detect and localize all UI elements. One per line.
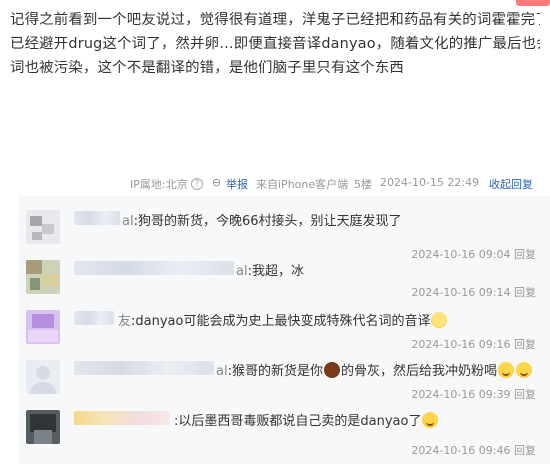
post-line: 已经避开drug这个词了，然并卵…即便直接音译danyao，随着文化的推广最后也… xyxy=(10,36,540,52)
report-link[interactable]: 举报 xyxy=(226,176,248,192)
post-datetime: 2024-10-15 22:49 xyxy=(380,176,480,189)
smile-emoji xyxy=(515,362,532,378)
username-blurred[interactable] xyxy=(74,411,170,425)
reply-button[interactable]: 回复 xyxy=(514,444,536,457)
reply-text: al:我超，冰 xyxy=(236,264,304,279)
reply-item: :以后墨西哥毒贩都说自己卖的是danyao了 2024-10-16 09:46 … xyxy=(18,408,550,457)
reply-item: al:猴哥的新货是你 的骨灰，然后给我冲奶粉喝 2024-10-16 09:39 … xyxy=(18,358,550,406)
reply-item: al:狗哥的新货，今晚66村接头，别让天庭发现了 2024-10-16 09:0… xyxy=(18,208,550,261)
ip-location: IP属地:北京 xyxy=(130,178,188,191)
username-blurred[interactable] xyxy=(74,261,234,275)
reply-text: :以后墨西哥毒贩都说自己卖的是danyao了 xyxy=(174,410,439,429)
post-meta-bar: IP属地:北京 ? ⊖ 举报 来自iPhone客户端 5楼 2024-10-15… xyxy=(130,176,533,192)
reply-text: al:猴哥的新货是你 的骨灰，然后给我冲奶粉喝 xyxy=(216,360,533,379)
avatar[interactable] xyxy=(26,260,60,294)
floor-number: 5楼 xyxy=(354,178,372,191)
post-line: 词也被污染，这个不是翻译的错，是他们脑子里只有这个东西 xyxy=(10,60,404,76)
top-corner-badge xyxy=(516,0,550,6)
reply-time: 2024-10-16 09:16 回复 xyxy=(411,338,536,351)
collapse-replies-link[interactable]: 收起回复 xyxy=(489,176,533,192)
reply-item: 友:danyao可能会成为史上最快变成特殊代名词的音译 2024-10-16 0… xyxy=(18,308,550,356)
reply-time: 2024-10-16 09:46 回复 xyxy=(411,444,536,457)
reply-text: 友:danyao可能会成为史上最快变成特殊代名词的音译 xyxy=(118,310,448,329)
wave-emoji xyxy=(431,312,448,328)
monkey-emoji xyxy=(323,362,340,378)
reply-button[interactable]: 回复 xyxy=(514,286,536,299)
reply-text: al:狗哥的新货，今晚66村接头，别让天庭发现了 xyxy=(122,214,402,229)
reply-button[interactable]: 回复 xyxy=(514,388,536,401)
post-line: 记得之前看到一个吧友说过，觉得很有道理，洋鬼子已经把和药品有关的词霍霍完了，这次 xyxy=(10,12,540,28)
avatar[interactable] xyxy=(26,210,60,244)
reply-button[interactable]: 回复 xyxy=(514,338,536,351)
avatar[interactable] xyxy=(26,310,60,344)
reply-time: 2024-10-16 09:14 回复 xyxy=(411,286,536,299)
avatar[interactable] xyxy=(26,410,60,444)
reply-item: al:我超，冰 2024-10-16 09:14 回复 xyxy=(18,258,550,306)
smile-emoji xyxy=(422,412,439,428)
client-source: 来自iPhone客户端 xyxy=(256,178,349,191)
username-blurred[interactable] xyxy=(74,311,114,325)
smile-emoji xyxy=(497,362,514,378)
reply-list: al:狗哥的新货，今晚66村接头，别让天庭发现了 2024-10-16 09:0… xyxy=(18,196,550,464)
post-content: 记得之前看到一个吧友说过，觉得很有道理，洋鬼子已经把和药品有关的词霍霍完了，这次… xyxy=(10,8,540,80)
avatar[interactable] xyxy=(26,360,60,394)
reply-time: 2024-10-16 09:39 回复 xyxy=(411,388,536,401)
username-blurred[interactable] xyxy=(74,361,214,375)
report-icon: ⊖ xyxy=(212,176,222,189)
username-blurred[interactable] xyxy=(74,211,120,225)
